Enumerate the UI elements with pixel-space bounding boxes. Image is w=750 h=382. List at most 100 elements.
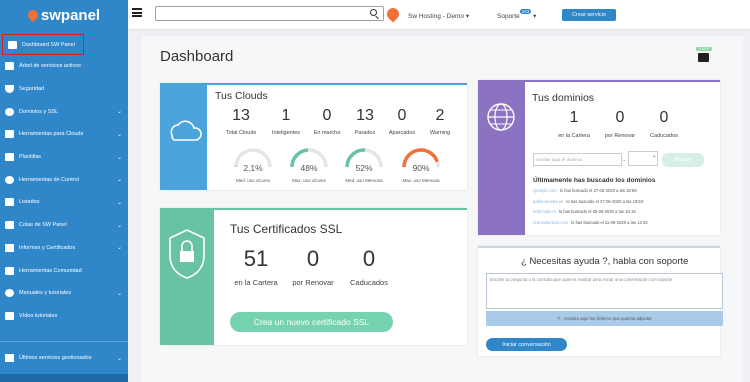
wallet-icon[interactable] <box>698 53 709 62</box>
recent-domain-name[interactable]: nuevodominio.com <box>533 220 568 225</box>
clouds-stat-value: 0 <box>322 107 332 124</box>
ssl-stat-label: por Renovar <box>292 278 334 287</box>
domain-search-input[interactable]: escribe aquí el dominio <box>533 153 622 166</box>
layers-icon <box>5 221 14 230</box>
chevron-down-icon: ⌄ <box>116 131 122 138</box>
crear-servicio-button[interactable]: Crear servicio <box>562 9 616 21</box>
recent-domain-item[interactable]: ejemplo.com lo has buscado el 27-06-2020 … <box>533 188 637 193</box>
sidebar-item-video[interactable]: Vídeo tutoriales <box>0 305 128 328</box>
recent-domain-name[interactable]: ejemplo.com <box>533 188 557 193</box>
sidebar-item-label: Dominios y SSL <box>19 108 59 115</box>
domain-stat-label: por Renovar <box>604 133 636 139</box>
recent-domain-item[interactable]: hola-hola.es lo has buscado el 25-06-2020… <box>533 209 636 214</box>
help-message-textarea[interactable]: Escribe tu pregunta o la consulta que qu… <box>486 273 723 309</box>
globe-icon <box>5 107 14 116</box>
video-icon <box>5 311 14 320</box>
domain-search-button[interactable]: Buscar <box>662 153 704 167</box>
sidebar-item-label: Dashboard SW Panel <box>22 41 75 48</box>
sidebar-item-herramientas-clouds[interactable]: Herramientas para Clouds ⌄ <box>0 123 128 146</box>
recent-domain-item[interactable]: pablo-prueba.es lo has buscado el 27-06-2… <box>533 199 643 204</box>
tools-icon <box>5 266 14 275</box>
attach-files-dropzone[interactable]: ✎ Arrastra aquí los ficheros que quieras… <box>486 311 723 326</box>
sidebar-item-herramientas-control[interactable]: Herramientas de Control ⌄ <box>0 168 128 191</box>
paperclip-icon: ✎ <box>557 315 561 321</box>
chevron-down-icon: ⌄ <box>116 154 122 161</box>
recent-domain-text: lo has buscado el 27-06-2020 a las 18:59 <box>559 188 637 193</box>
ssl-stat-value: 51 <box>243 246 269 271</box>
report-icon <box>5 243 14 252</box>
domain-stat-value: 1 <box>569 109 579 126</box>
sidebar-item-ultimos-servicios[interactable]: Últimos servicios gestionados ⌄ <box>0 341 128 374</box>
ssl-title: Tus Certificados SSL <box>230 222 343 236</box>
caret-down-icon: ▾ <box>465 13 470 20</box>
brand-logo[interactable]: swpanel <box>0 0 128 30</box>
clouds-stat-value: 13 <box>356 107 374 124</box>
sidebar-item-label: Listados <box>19 199 40 206</box>
chevron-down-icon: ⌄ <box>116 177 122 184</box>
gauge-percent: 90% <box>412 163 430 173</box>
recent-domain-name[interactable]: pablo-prueba.es <box>533 199 563 204</box>
soporte-menu[interactable]: Soporte243 ▾ <box>497 9 536 20</box>
search-box <box>155 6 384 26</box>
file-icon <box>5 153 14 162</box>
shield-icon <box>5 85 14 94</box>
gauge-percent: 2,1% <box>243 163 263 173</box>
domain-stat-label: en la Cartera <box>558 133 590 139</box>
sidebar-item-plantillas[interactable]: Plantillas ⌄ <box>0 146 128 169</box>
chevron-down-icon: ⌄ <box>116 290 122 297</box>
chevron-down-icon: ⌄ <box>116 355 122 362</box>
chevron-down-icon: ⌄ <box>116 109 122 116</box>
gauge-label: Max. uso Memoria <box>402 178 440 183</box>
wallet-badge: 0,00 € <box>696 47 712 51</box>
clouds-title: Tus Clouds <box>215 90 268 102</box>
sidebar-footer <box>0 374 128 382</box>
search-input[interactable] <box>156 12 356 26</box>
gauge-label: Med. uso vCores <box>235 178 270 183</box>
sidebar-item-arbol[interactable]: Árbol de servicios activos <box>0 55 128 78</box>
hamburger-menu-icon[interactable] <box>132 8 142 17</box>
gauge-percent: 52% <box>355 163 373 173</box>
account-name: Sw Hosting - Demo <box>408 13 464 20</box>
sidebar-bottom-label: Últimos servicios gestionados <box>19 355 92 361</box>
sidebar-item-label: Colas de SW Panel <box>19 222 67 229</box>
account-selector[interactable]: Sw Hosting - Demo ▾ <box>408 12 469 20</box>
clouds-stat-value: 13 <box>232 107 250 124</box>
clouds-stat-label: Inteligentes <box>271 130 301 136</box>
gauge-label: Max. uso vCores <box>292 178 326 183</box>
create-ssl-button[interactable]: Crea un nuevo certificado SSL <box>230 312 393 332</box>
chevron-down-icon: ⌄ <box>652 153 657 159</box>
sidebar-item-dominios[interactable]: Dominios y SSL ⌄ <box>0 100 128 123</box>
sidebar-item-seguridad[interactable]: Seguridad <box>0 78 128 101</box>
toolbox-icon <box>5 130 14 139</box>
clouds-stat-label: Warning <box>429 130 451 136</box>
sidebar-item-label: Seguridad <box>19 86 45 93</box>
sidebar-item-dashboard[interactable]: Dashboard SW Panel <box>2 34 84 55</box>
tree-icon <box>5 62 14 71</box>
sidebar-item-colas[interactable]: Colas de SW Panel ⌄ <box>0 214 128 237</box>
chevron-down-icon: ⌄ <box>116 245 122 252</box>
ssl-stat-label: Caducados <box>350 278 388 287</box>
dashboard-icon <box>8 40 17 49</box>
sidebar-item-label: Informes y Certificados <box>19 244 76 251</box>
sidebar-item-label: Herramientas Comunidad <box>19 267 82 274</box>
ssl-stat-label: en la Cartera <box>234 278 278 287</box>
chevron-down-icon: ⌄ <box>116 199 122 206</box>
recent-domains-title: Últimamente has buscado los dominios <box>533 177 656 184</box>
attach-label: Arrastra aquí los ficheros que quieras a… <box>563 316 652 321</box>
sidebar-item-listados[interactable]: Listados ⌄ <box>0 191 128 214</box>
sidebar-item-informes[interactable]: Informes y Certificados ⌄ <box>0 237 128 260</box>
start-conversation-button[interactable]: Iniciar conversación <box>486 338 567 351</box>
clouds-stat-value: 1 <box>281 107 291 124</box>
recent-domain-name[interactable]: hola-hola.es <box>533 209 556 214</box>
sidebar-item-comunidad[interactable]: Herramientas Comunidad <box>0 259 128 282</box>
card-stripe <box>478 80 525 235</box>
card-stripe <box>160 83 207 190</box>
soporte-label: Soporte <box>497 13 520 20</box>
sidebar-item-label: Árbol de servicios activos <box>19 63 82 70</box>
recent-domain-item[interactable]: nuevodominio.com lo has buscado el 11-06-… <box>533 220 648 225</box>
check-circle-icon <box>5 175 14 184</box>
flame-icon <box>25 7 40 23</box>
gauge-percent: 48% <box>300 163 318 173</box>
sidebar-item-manuales[interactable]: Manuales y tutoriales ⌄ <box>0 282 128 305</box>
search-icon[interactable] <box>370 9 377 16</box>
